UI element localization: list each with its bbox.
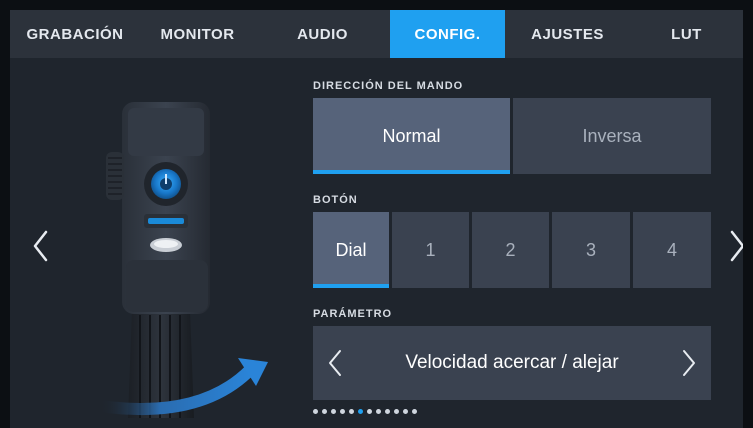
- page-dot: [403, 409, 408, 414]
- parameter-next-chevron-icon[interactable]: [681, 349, 697, 377]
- selected-indicator: [313, 284, 389, 288]
- parameter-value: Velocidad acercar / alejar: [405, 352, 619, 373]
- page-indicator: [313, 409, 417, 414]
- button-option-4[interactable]: 4: [633, 212, 711, 288]
- tab-label: MONITOR: [160, 25, 235, 43]
- button-option-3[interactable]: 3: [552, 212, 630, 288]
- tab-audio[interactable]: AUDIO: [255, 10, 390, 58]
- selected-indicator: [313, 170, 510, 174]
- parameter-selector: Velocidad acercar / alejar: [313, 326, 711, 400]
- tab-label: AUDIO: [297, 25, 348, 43]
- page-dot: [394, 409, 399, 414]
- parameter-label: PARÁMETRO: [313, 308, 393, 320]
- direction-label: DIRECCIÓN DEL MANDO: [313, 80, 464, 92]
- page-dot-current: [358, 409, 363, 414]
- option-label: 4: [666, 239, 677, 260]
- tab-monitor[interactable]: MONITOR: [140, 10, 255, 58]
- direction-option-normal[interactable]: Normal: [313, 98, 510, 174]
- option-label: 1: [425, 239, 436, 260]
- tab-bar: GRABACIÓN MONITOR AUDIO CONFIG. AJUSTES …: [10, 10, 743, 58]
- button-option-1[interactable]: 1: [392, 212, 469, 288]
- tab-label: AJUSTES: [531, 25, 604, 43]
- tab-label: CONFIG.: [414, 25, 481, 43]
- page-dot: [331, 409, 336, 414]
- page-dot: [322, 409, 327, 414]
- page-dot: [376, 409, 381, 414]
- tab-label: GRABACIÓN: [26, 25, 124, 43]
- option-label: 3: [585, 239, 596, 260]
- direction-option-inversa[interactable]: Inversa: [513, 98, 711, 174]
- page-dot: [367, 409, 372, 414]
- tab-grabacion[interactable]: GRABACIÓN: [10, 10, 140, 58]
- next-page-arrow-icon[interactable]: [726, 228, 748, 264]
- page-dot: [313, 409, 318, 414]
- button-label: BOTÓN: [313, 194, 358, 206]
- tab-config[interactable]: CONFIG.: [390, 10, 505, 58]
- parameter-previous-chevron-icon[interactable]: [327, 349, 343, 377]
- tab-ajustes[interactable]: AJUSTES: [505, 10, 630, 58]
- option-label: 2: [505, 239, 516, 260]
- option-label: Dial: [335, 239, 367, 260]
- page-dot: [349, 409, 354, 414]
- button-option-dial[interactable]: Dial: [313, 212, 389, 288]
- option-label: Normal: [382, 125, 441, 146]
- previous-page-arrow-icon[interactable]: [30, 228, 52, 264]
- page-dot: [385, 409, 390, 414]
- button-option-2[interactable]: 2: [472, 212, 549, 288]
- top-edge: [0, 0, 753, 10]
- handle-illustration: [94, 102, 268, 418]
- tab-label: LUT: [671, 25, 702, 43]
- page-dot: [412, 409, 417, 414]
- option-label: Inversa: [582, 125, 642, 146]
- page-dot: [340, 409, 345, 414]
- tab-lut[interactable]: LUT: [630, 10, 743, 58]
